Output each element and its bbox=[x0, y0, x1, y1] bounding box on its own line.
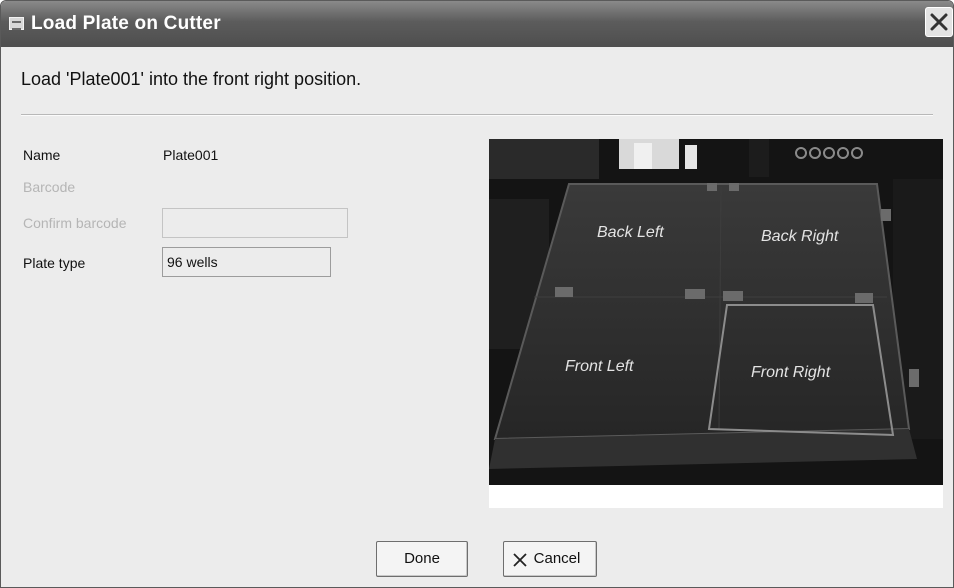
cutter-deck-illustration: Back Left Back Right Front Left Front Ri… bbox=[489, 139, 943, 508]
title-bar[interactable]: Load Plate on Cutter bbox=[1, 1, 953, 47]
barcode-label: Barcode bbox=[23, 179, 76, 195]
cutter-deck-photo: Back Left Back Right Front Left Front Ri… bbox=[489, 139, 943, 508]
confirm-barcode-label: Confirm barcode bbox=[23, 215, 127, 231]
plate-type-field: 96 wells bbox=[162, 247, 331, 277]
done-button[interactable]: Done bbox=[376, 541, 468, 577]
name-value: Plate001 bbox=[163, 147, 219, 163]
plate-type-label: Plate type bbox=[23, 255, 86, 271]
close-button[interactable] bbox=[925, 7, 953, 37]
load-plate-dialog: Load Plate on Cutter Load 'Plate001' int… bbox=[0, 0, 954, 588]
close-icon bbox=[930, 13, 948, 31]
label-front-right: Front Right bbox=[751, 364, 831, 381]
confirm-barcode-input[interactable] bbox=[162, 208, 348, 238]
divider bbox=[21, 114, 933, 116]
cancel-button[interactable]: Cancel bbox=[503, 541, 597, 577]
label-back-left: Back Left bbox=[597, 224, 664, 241]
window-title: Load Plate on Cutter bbox=[31, 13, 221, 34]
label-back-right: Back Right bbox=[761, 228, 839, 245]
x-icon bbox=[513, 553, 527, 567]
name-label: Name bbox=[23, 147, 61, 163]
window-icon bbox=[9, 17, 24, 30]
instruction-text: Load 'Plate001' into the front right pos… bbox=[21, 69, 362, 89]
label-front-left: Front Left bbox=[565, 358, 634, 375]
cancel-button-label: Cancel bbox=[533, 550, 581, 567]
